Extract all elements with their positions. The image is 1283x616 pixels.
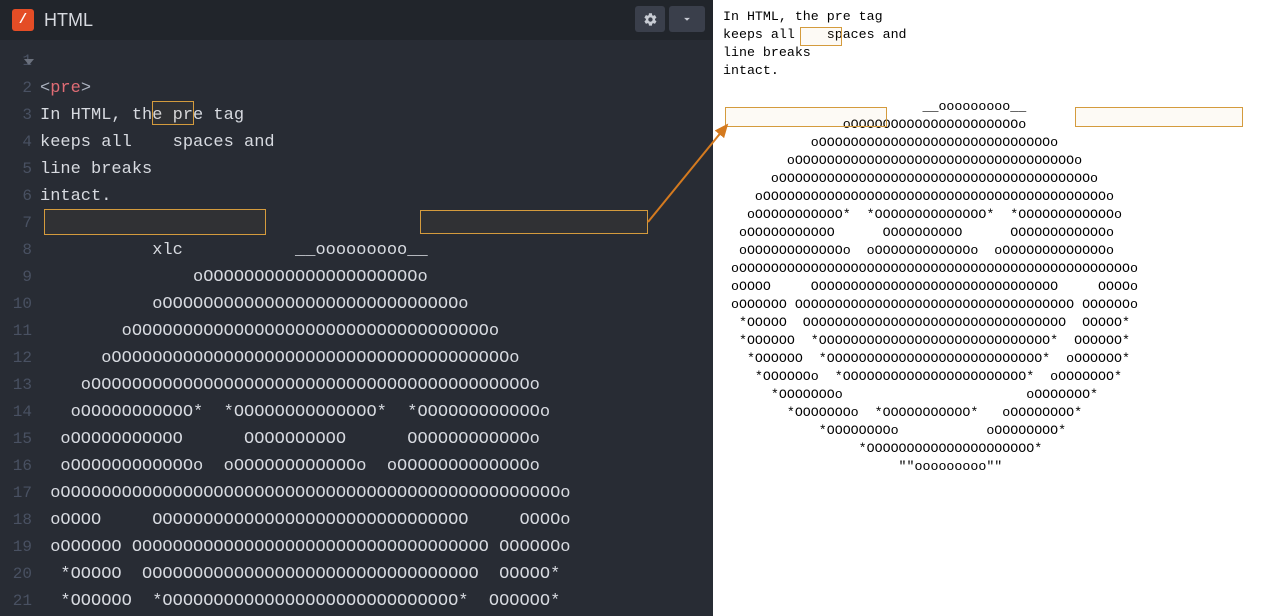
line-number: 7 [0,210,40,237]
code-line: keeps all spaces and [40,133,275,152]
line-number: 14 [0,399,40,426]
line-number: 18 [0,507,40,534]
code-line: intact. [40,187,111,206]
line-number: 19 [0,534,40,561]
code-token: > [81,79,91,98]
code-line: xlc __ooooooooo__ [40,241,428,260]
code-line: oOOOOOOOOOOOOOOOOOOOOOo [40,268,428,287]
line-number: 17 [0,480,40,507]
code-line: oOOOOOOOOOOOOOOOOOOOOOOOOOOOOOOOOOOOo [40,322,499,341]
code-line: oOOOO OOOOOOOOOOOOOOOOOOOOOOOOOOOOOOO OO… [40,511,571,530]
line-number: 13 [0,372,40,399]
chevron-down-icon [680,12,694,26]
line-number: 1 [0,48,40,75]
gear-icon [643,12,658,27]
line-number: 5 [0,156,40,183]
code-line: oOOOOOOOOOOO* *OOOOOOOOOOOOOO* *OOOOOOOO… [40,403,550,422]
line-number: 6 [0,183,40,210]
fold-caret-icon[interactable] [24,59,34,65]
code-line: oOOOOOO OOOOOOOOOOOOOOOOOOOOOOOOOOOOOOOO… [40,538,571,557]
html5-logo-icon: / [12,9,34,31]
editor-tab-bar: / HTML [0,0,713,40]
line-number: 4 [0,129,40,156]
line-number: 3 [0,102,40,129]
preview-pane: In HTML, the pre tag keeps all spaces an… [713,0,1283,616]
line-number: 2 [0,75,40,102]
code-line: oOOOOOOOOOOOOOOOOOOOOOOOOOOOOOOOOOOOOOOO… [40,484,571,503]
code-token: < [40,79,50,98]
dropdown-button[interactable] [669,6,705,32]
code-line: oOOOOOOOOOOOOOOOOOOOOOOOOOOOOOOOOOOOOOOO… [40,349,519,368]
line-number: 12 [0,345,40,372]
preview-pre-output: In HTML, the pre tag keeps all spaces an… [713,0,1283,476]
code-line: oOOOOOOOOOOOOOOOOOOOOOOOOOOOOOOOOOOOOOOO… [40,376,540,395]
code-line: oOOOOOOOOOOOOOOOOOOOOOOOOOOOOOo [40,295,468,314]
line-number: 10 [0,291,40,318]
line-number: 21 [0,588,40,615]
line-number-gutter: 1 2 3 4 5 6 7 8 9 10 11 12 13 14 15 16 1… [0,40,40,616]
line-number: 20 [0,561,40,588]
code-content[interactable]: <pre> In HTML, the pre tag keeps all spa… [40,40,713,616]
code-line: *OOOOOO *OOOOOOOOOOOOOOOOOOOOOOOOOOOOO* … [40,592,560,611]
tab-title[interactable]: HTML [44,10,93,31]
line-number: 15 [0,426,40,453]
code-editor-pane: / HTML 1 2 3 4 5 6 7 8 9 10 11 12 13 14 [0,0,713,616]
line-number: 9 [0,264,40,291]
line-number: 8 [0,237,40,264]
code-line: oOOOOOOOOOOOOo oOOOOOOOOOOOOo oOOOOOOOOO… [40,457,540,476]
line-number: 16 [0,453,40,480]
code-line: In HTML, the pre tag [40,106,244,125]
code-line: line breaks [40,160,152,179]
code-token-tag: pre [50,79,81,98]
tab-action-buttons [635,6,705,32]
code-area[interactable]: 1 2 3 4 5 6 7 8 9 10 11 12 13 14 15 16 1… [0,40,713,616]
settings-button[interactable] [635,6,665,32]
line-number: 11 [0,318,40,345]
code-line: *OOOOO OOOOOOOOOOOOOOOOOOOOOOOOOOOOOOOOO… [40,565,560,584]
code-line: oOOOOOOOOOOO OOOOOOOOOO OOOOOOOOOOOOo [40,430,540,449]
